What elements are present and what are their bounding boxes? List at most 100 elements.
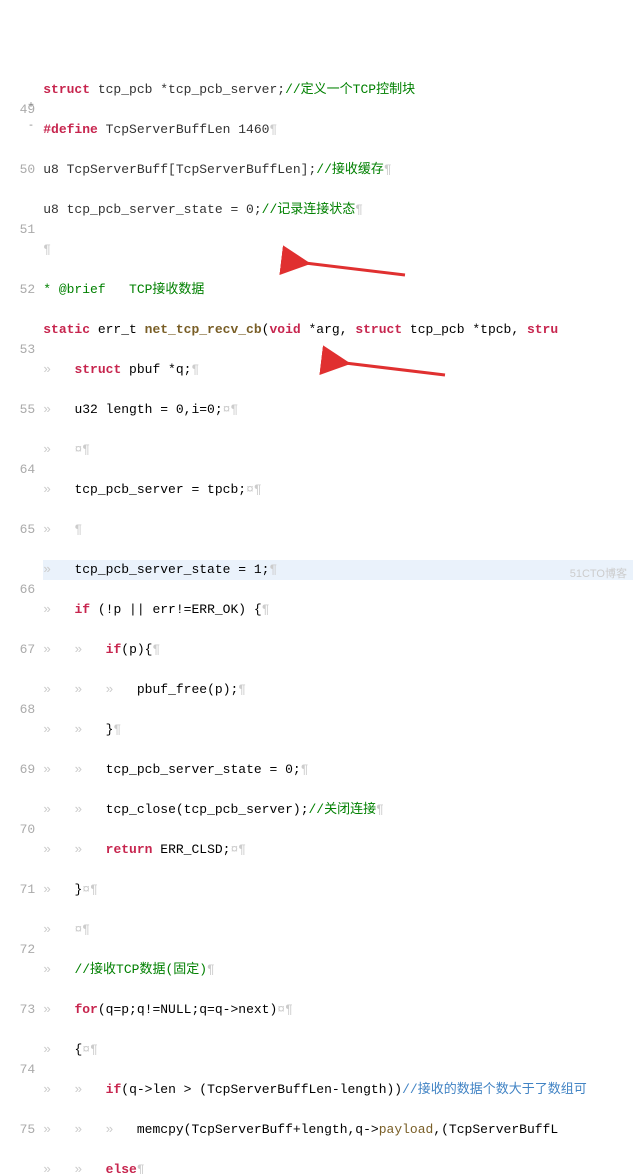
fold-expanded-icon[interactable]: - bbox=[28, 121, 34, 132]
eol-marker: ¶ bbox=[191, 362, 199, 377]
comment: //记录连接状态 bbox=[262, 202, 356, 217]
space-marker: ¤ bbox=[82, 1042, 90, 1057]
eol-marker: ¶ bbox=[285, 1002, 293, 1017]
eol-marker: ¶ bbox=[90, 1042, 98, 1057]
line-number: 51 bbox=[4, 220, 35, 240]
code-line[interactable]: » {¤¶ bbox=[43, 1040, 633, 1060]
code-text: { bbox=[74, 1042, 82, 1057]
tab-marker: » bbox=[43, 1042, 51, 1057]
code-line[interactable]: #define TcpServerBuffLen 1460¶ bbox=[43, 120, 633, 140]
fold-collapsed-icon[interactable]: + bbox=[28, 101, 34, 112]
tab-marker: » bbox=[74, 842, 82, 857]
code-text: ,(TcpServerBuffL bbox=[433, 1122, 558, 1137]
code-line[interactable]: u8 tcp_pcb_server_state = 0;//记录连接状态¶ bbox=[43, 200, 633, 220]
line-number: 50 bbox=[4, 160, 35, 180]
code-line[interactable]: ¶ bbox=[43, 240, 633, 260]
code-line[interactable]: » }¤¶ bbox=[43, 880, 633, 900]
tab-marker: » bbox=[43, 882, 51, 897]
code-text: tcp_pcb *tcp_pcb_server; bbox=[90, 82, 285, 97]
eol-marker: ¶ bbox=[376, 802, 384, 817]
code-editor[interactable]: 49 50 51 52 53 55 64 65 66 67 68 69 70 7… bbox=[0, 60, 633, 1174]
keyword: return bbox=[106, 842, 153, 857]
line-number: 74 bbox=[4, 1060, 35, 1080]
code-line-highlighted[interactable]: » tcp_pcb_server_state = 1;¶ bbox=[43, 560, 633, 580]
tab-marker: » bbox=[43, 802, 51, 817]
code-text: TcpServerBuffLen 1460 bbox=[98, 122, 270, 137]
space-marker: ¤ bbox=[82, 882, 90, 897]
tab-marker: » bbox=[74, 722, 82, 737]
eol-marker: ¶ bbox=[301, 762, 309, 777]
code-text: (!p || err!=ERR_OK) { bbox=[90, 602, 262, 617]
code-line[interactable]: » » return ERR_CLSD;¤¶ bbox=[43, 840, 633, 860]
tab-marker: » bbox=[43, 482, 51, 497]
code-line[interactable]: » ¤¶ bbox=[43, 440, 633, 460]
line-number: 71 bbox=[4, 880, 35, 900]
tab-marker: » bbox=[106, 1122, 114, 1137]
code-text: ERR_CLSD; bbox=[152, 842, 230, 857]
code-line[interactable]: » u32 length = 0,i=0;¤¶ bbox=[43, 400, 633, 420]
space-marker: ¤ bbox=[230, 842, 238, 857]
code-line[interactable]: u8 TcpServerBuff[TcpServerBuffLen];//接收缓… bbox=[43, 160, 633, 180]
tab-marker: » bbox=[74, 1122, 82, 1137]
code-text: } bbox=[106, 722, 114, 737]
code-line[interactable]: » ¶ bbox=[43, 520, 633, 540]
eol-marker: ¶ bbox=[230, 402, 238, 417]
keyword: void bbox=[269, 322, 300, 337]
code-line[interactable]: static err_t net_tcp_recv_cb(void *arg, … bbox=[43, 320, 633, 340]
code-line[interactable]: struct tcp_pcb *tcp_pcb_server;//定义一个TCP… bbox=[43, 80, 633, 100]
keyword: else bbox=[106, 1162, 137, 1174]
line-number: 55 bbox=[4, 400, 35, 420]
code-line[interactable]: » ¤¶ bbox=[43, 920, 633, 940]
keyword: struct bbox=[43, 82, 90, 97]
code-line[interactable]: » if (!p || err!=ERR_OK) {¶ bbox=[43, 600, 633, 620]
line-number: 73 bbox=[4, 1000, 35, 1020]
eol-marker: ¶ bbox=[82, 442, 90, 457]
line-number: 64 bbox=[4, 460, 35, 480]
code-line[interactable]: » » » memcpy(TcpServerBuff+length,q->pay… bbox=[43, 1120, 633, 1140]
tab-marker: » bbox=[106, 682, 114, 697]
tab-marker: » bbox=[43, 762, 51, 777]
code-area[interactable]: struct tcp_pcb *tcp_pcb_server;//定义一个TCP… bbox=[43, 60, 633, 1174]
code-line[interactable]: » » » pbuf_free(p);¶ bbox=[43, 680, 633, 700]
line-number: 69 bbox=[4, 760, 35, 780]
code-line[interactable]: » struct pbuf *q;¶ bbox=[43, 360, 633, 380]
code-line[interactable]: » tcp_pcb_server = tpcb;¤¶ bbox=[43, 480, 633, 500]
watermark: 51CTO博客 bbox=[570, 565, 627, 581]
code-text: (p){ bbox=[121, 642, 152, 657]
tab-marker: » bbox=[43, 442, 51, 457]
eol-marker: ¶ bbox=[113, 722, 121, 737]
tab-marker: » bbox=[74, 682, 82, 697]
eol-marker: ¶ bbox=[152, 642, 160, 657]
code-text: memcpy(TcpServerBuff+length,q-> bbox=[137, 1122, 379, 1137]
code-line[interactable]: * @brief TCP接收数据 bbox=[43, 280, 633, 300]
line-number: 68 bbox=[4, 700, 35, 720]
eol-marker: ¶ bbox=[384, 162, 392, 177]
code-text: } bbox=[74, 882, 82, 897]
tab-marker: » bbox=[43, 522, 51, 537]
line-number: 70 bbox=[4, 820, 35, 840]
code-line[interactable]: » » else¶ bbox=[43, 1160, 633, 1174]
code-line[interactable]: » » }¶ bbox=[43, 720, 633, 740]
code-line[interactable]: » //接收TCP数据(固定)¶ bbox=[43, 960, 633, 980]
eol-marker: ¶ bbox=[74, 522, 82, 537]
comment: //关闭连接 bbox=[309, 802, 377, 817]
code-line[interactable]: » » if(q->len > (TcpServerBuffLen-length… bbox=[43, 1080, 633, 1100]
line-number-gutter: 49 50 51 52 53 55 64 65 66 67 68 69 70 7… bbox=[0, 60, 43, 1174]
code-line[interactable]: » » tcp_pcb_server_state = 0;¶ bbox=[43, 760, 633, 780]
code-line[interactable]: » » if(p){¶ bbox=[43, 640, 633, 660]
eol-marker: ¶ bbox=[262, 602, 270, 617]
code-line[interactable]: » » tcp_close(tcp_pcb_server);//关闭连接¶ bbox=[43, 800, 633, 820]
eol-marker: ¶ bbox=[269, 562, 277, 577]
eol-marker: ¶ bbox=[82, 922, 90, 937]
line-number: 67 bbox=[4, 640, 35, 660]
eol-marker: ¶ bbox=[238, 842, 246, 857]
line-number: 53 bbox=[4, 340, 35, 360]
line-number: 65 bbox=[4, 520, 35, 540]
keyword: stru bbox=[527, 322, 558, 337]
tab-marker: » bbox=[43, 962, 51, 977]
comment: //接收缓存 bbox=[316, 162, 384, 177]
tab-marker: » bbox=[43, 682, 51, 697]
code-line[interactable]: » for(q=p;q!=NULL;q=q->next)¤¶ bbox=[43, 1000, 633, 1020]
tab-marker: » bbox=[43, 402, 51, 417]
keyword: #define bbox=[43, 122, 98, 137]
